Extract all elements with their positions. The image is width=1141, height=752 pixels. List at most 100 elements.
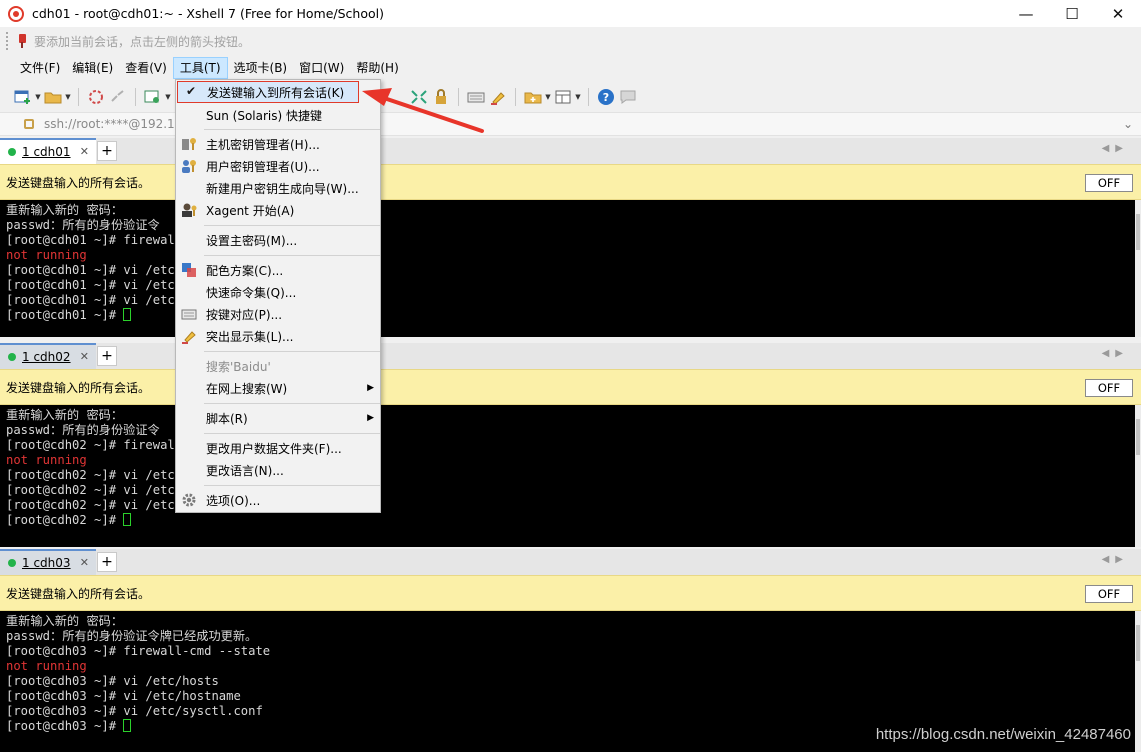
menu-window[interactable]: 窗口(W) xyxy=(293,57,350,79)
highlight-button[interactable] xyxy=(487,86,509,108)
tab-scroll-arrows-icon[interactable]: ◀▶ xyxy=(1102,143,1129,154)
menu-item-options[interactable]: 选项(O)... xyxy=(176,489,380,511)
menu-item-script[interactable]: 脚本(R) ▶ xyxy=(176,407,380,429)
add-session-arrow-icon[interactable] xyxy=(18,34,28,48)
open-session-button[interactable] xyxy=(42,86,64,108)
send-all-notice-text: 发送键盘输入的所有会话。 xyxy=(6,175,151,190)
menu-help[interactable]: 帮助(H) xyxy=(350,57,404,79)
tab-close-icon[interactable]: ✕ xyxy=(80,556,89,569)
menu-file[interactable]: 文件(F) xyxy=(14,57,66,79)
session-properties-button[interactable] xyxy=(142,86,164,108)
menu-item-quick-commands[interactable]: 快速命令集(Q)... xyxy=(176,281,380,303)
send-all-notice-bar: 发送键盘输入的所有会话。 OFF xyxy=(0,575,1141,611)
keyboard-button[interactable] xyxy=(465,86,487,108)
terminal-scrollbar[interactable] xyxy=(1135,405,1141,547)
disconnect-button[interactable] xyxy=(107,86,129,108)
tools-menu-dropdown: ✔ 发送键输入到所有会话(K) Sun (Solaris) 快捷键 主机密钥管理… xyxy=(175,79,381,513)
minimize-button[interactable]: — xyxy=(1003,0,1049,27)
menu-item-user-key-manager[interactable]: 用户密钥管理者(U)... xyxy=(176,155,380,177)
new-session-button[interactable] xyxy=(12,86,34,108)
svg-text:?: ? xyxy=(603,91,609,104)
menu-item-set-master-password[interactable]: 设置主密码(M)... xyxy=(176,229,380,251)
terminal-line: 重新输入新的 密码： xyxy=(6,614,124,628)
drag-handle-icon[interactable] xyxy=(6,32,12,50)
chevron-down-icon[interactable]: ▼ xyxy=(544,86,552,108)
fullscreen-button[interactable] xyxy=(408,86,430,108)
menu-tabs[interactable]: 选项卡(B) xyxy=(228,57,294,79)
session-hint-bar: 要添加当前会话，点击左侧的箭头按钮。 xyxy=(0,27,1141,55)
terminal-scrollbar[interactable] xyxy=(1135,200,1141,337)
terminal-line: passwd：所有的身份验证令牌已经成功更新。 xyxy=(6,629,258,643)
scrollbar-thumb[interactable] xyxy=(1136,214,1140,250)
help-icon: ? xyxy=(598,88,614,105)
menu-view[interactable]: 查看(V) xyxy=(119,57,173,79)
menu-tools[interactable]: 工具(T) xyxy=(172,57,228,79)
toolbar-separator xyxy=(588,87,589,106)
menu-item-change-user-data-folder[interactable]: 更改用户数据文件夹(F)... xyxy=(176,437,380,459)
menu-separator xyxy=(204,351,380,352)
chat-button[interactable] xyxy=(617,86,639,108)
menu-item-highlight-sets[interactable]: 突出显示集(L)... xyxy=(176,325,380,347)
terminal-output[interactable]: 重新输入新的 密码： passwd：所有的身份验证令牌已经成功更新。 [root… xyxy=(0,611,1141,752)
chevron-down-icon[interactable]: ▼ xyxy=(574,86,582,108)
menu-item-xagent-start[interactable]: Xagent 开始(A) xyxy=(176,199,380,221)
send-all-off-button[interactable]: OFF xyxy=(1085,174,1133,192)
watermark-text: https://blog.csdn.net/weixin_42487460 xyxy=(875,726,1131,743)
menu-item-send-to-all-sessions[interactable]: ✔ 发送键输入到所有会话(K) xyxy=(177,81,359,103)
highlighter-icon xyxy=(491,91,505,105)
terminal-prompt: [root@cdh02 ~]# xyxy=(6,513,124,527)
terminal-output[interactable]: 重新输入新的 密码： passwd：所有的身份验证令 [root@cdh01 ~… xyxy=(0,200,1141,337)
tab-cdh01[interactable]: 1 cdh01 ✕ xyxy=(0,138,96,164)
terminal-output[interactable]: 重新输入新的 密码： passwd：所有的身份验证令 [root@cdh02 ~… xyxy=(0,405,1141,547)
window-controls: — ☐ ✕ xyxy=(1003,0,1141,27)
menu-item-label: 搜索'Baidu' xyxy=(206,359,271,374)
menu-item-change-language[interactable]: 更改语言(N)... xyxy=(176,459,380,481)
menu-separator xyxy=(204,255,380,256)
lock-button[interactable] xyxy=(430,86,452,108)
chevron-down-icon[interactable]: ▼ xyxy=(34,86,42,108)
add-tab-button[interactable]: + xyxy=(97,346,117,366)
terminal-scrollbar[interactable] xyxy=(1135,611,1141,752)
tab-close-icon[interactable]: ✕ xyxy=(80,350,89,363)
new-tab-group-button[interactable] xyxy=(522,86,544,108)
address-bar[interactable]: ssh://root:****@192.168 ⌄ xyxy=(0,112,1141,136)
checkmark-icon: ✔ xyxy=(186,84,197,98)
close-button[interactable]: ✕ xyxy=(1095,0,1141,27)
tab-scroll-arrows-icon[interactable]: ◀▶ xyxy=(1102,348,1129,359)
tab-cdh03[interactable]: 1 cdh03 ✕ xyxy=(0,549,96,575)
terminal-line: [root@cdh03 ~]# vi /etc/sysctl.conf xyxy=(6,704,263,718)
menu-item-sun-solaris-keys[interactable]: Sun (Solaris) 快捷键 xyxy=(176,104,380,126)
tab-label: 1 cdh01 xyxy=(22,145,71,159)
send-all-notice-text: 发送键盘输入的所有会话。 xyxy=(6,380,151,395)
session-hint-text: 要添加当前会话，点击左侧的箭头按钮。 xyxy=(34,34,251,49)
add-tab-button[interactable]: + xyxy=(97,141,117,161)
help-button[interactable]: ? xyxy=(595,86,617,108)
chevron-down-icon[interactable]: ▼ xyxy=(164,86,172,108)
menu-item-color-scheme[interactable]: 配色方案(C)... xyxy=(176,259,380,281)
terminal-prompt: [root@cdh03 ~]# xyxy=(6,719,124,733)
keyboard-icon xyxy=(467,92,485,102)
menu-item-web-search[interactable]: 在网上搜索(W) ▶ xyxy=(176,377,380,399)
reconnect-button[interactable] xyxy=(85,86,107,108)
tab-scroll-arrows-icon[interactable]: ◀▶ xyxy=(1102,554,1129,565)
scrollbar-thumb[interactable] xyxy=(1136,625,1140,661)
menu-item-new-user-key-wizard[interactable]: 新建用户密钥生成向导(W)... xyxy=(176,177,380,199)
send-all-off-button[interactable]: OFF xyxy=(1085,379,1133,397)
scrollbar-thumb[interactable] xyxy=(1136,419,1140,455)
add-tab-button[interactable]: + xyxy=(97,552,117,572)
connected-status-icon xyxy=(8,353,16,361)
menu-item-label: 按键对应(P)... xyxy=(206,307,283,322)
layout-button[interactable] xyxy=(552,86,574,108)
menu-item-key-mapping[interactable]: 按键对应(P)... xyxy=(176,303,380,325)
tab-cdh02[interactable]: 1 cdh02 ✕ xyxy=(0,343,96,369)
terminal-prompt: [root@cdh01 ~]# xyxy=(6,308,124,322)
maximize-button[interactable]: ☐ xyxy=(1049,0,1095,27)
chevron-down-icon[interactable]: ⌄ xyxy=(1123,117,1133,131)
menu-item-search-baidu: 搜索'Baidu' xyxy=(176,355,380,377)
menu-edit[interactable]: 编辑(E) xyxy=(66,57,119,79)
menu-separator xyxy=(204,225,380,226)
chevron-down-icon[interactable]: ▼ xyxy=(64,86,72,108)
send-all-off-button[interactable]: OFF xyxy=(1085,585,1133,603)
tab-close-icon[interactable]: ✕ xyxy=(80,145,89,158)
menu-item-host-key-manager[interactable]: 主机密钥管理者(H)... xyxy=(176,133,380,155)
